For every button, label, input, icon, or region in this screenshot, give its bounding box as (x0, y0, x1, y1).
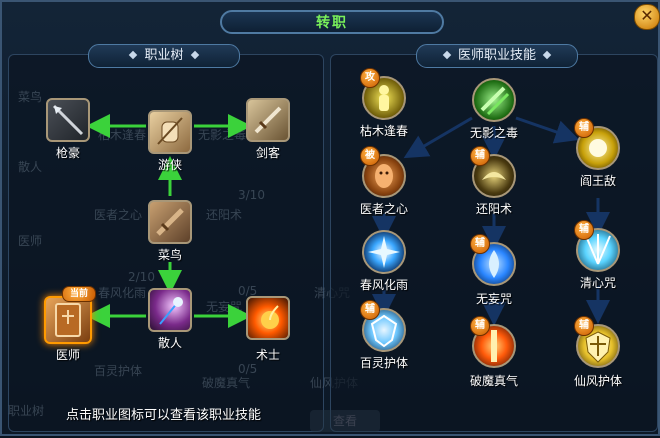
skill-label-huanyang: 还阳术 (475, 202, 512, 216)
poison-slash-icon (480, 86, 510, 116)
skill-label-qingxin: 清心咒 (579, 276, 616, 290)
skill-label-pomo: 破魔真气 (469, 374, 518, 388)
skill-badge-qingxin: 辅 (574, 220, 594, 240)
career-label-jianke: 剑客 (255, 146, 280, 160)
skill-label-wuying: 无影之毒 (469, 126, 518, 140)
career-label-cainiao: 菜鸟 (157, 248, 182, 262)
skill-label-yanwangdi: 阎王敌 (579, 174, 616, 188)
career-label-youxia: 游侠 (157, 158, 182, 172)
sword-icon (254, 106, 282, 134)
skill-label-yizhe: 医者之心 (359, 202, 408, 216)
skill-badge-yanwangdi: 辅 (574, 118, 594, 138)
skill-badge-yizhe: 被 (360, 146, 380, 166)
wand-icon (159, 297, 183, 325)
career-label-yishi: 医师 (55, 348, 80, 362)
skill-badge-pomo: 辅 (470, 316, 490, 336)
hint-text: 点击职业图标可以查看该职业技能 (66, 408, 262, 423)
skill-badge-huanyang: 辅 (470, 146, 490, 166)
book-icon (55, 303, 81, 337)
career-node-jianke[interactable] (246, 98, 290, 142)
career-node-youxia[interactable] (148, 110, 192, 154)
skill-badge-wuwang: 辅 (470, 234, 490, 254)
skill-label-wuwang: 无妄咒 (475, 292, 512, 306)
current-career-badge: 当前 (62, 286, 96, 302)
view-button[interactable]: 查看 (310, 410, 380, 432)
career-node-cainiao[interactable] (148, 200, 192, 244)
skill-badge-bailing: 辅 (360, 300, 380, 320)
career-node-sanren[interactable] (148, 288, 192, 332)
wooden-sword-icon (156, 208, 184, 236)
career-node-yishi[interactable] (44, 296, 92, 344)
fist-icon (157, 117, 183, 145)
career-node-shushi[interactable] (246, 296, 290, 340)
career-label-qianghao: 枪豪 (55, 146, 80, 160)
fireball-icon (261, 305, 279, 329)
job-change-window: 转职 ✕ 职业树 菜鸟 散人 医师 枯木逢春 无影之毒 医者之心 还阳术 春风化… (0, 0, 660, 436)
career-label-sanren: 散人 (157, 336, 182, 350)
career-label-shushi: 术士 (255, 348, 280, 362)
skill-label-kumu: 枯木逢春 (359, 124, 408, 138)
skill-badge-kumu: 攻 (360, 68, 380, 88)
skill-node-wuying[interactable] (472, 78, 516, 122)
skill-badge-xianfeng: 辅 (574, 316, 594, 336)
skill-panel-header: 医师职业技能 (416, 44, 578, 68)
skill-panel-title: 医师职业技能 (457, 48, 536, 63)
skill-label-bailing: 百灵护体 (359, 356, 408, 370)
spear-icon (52, 104, 84, 136)
career-node-qianghao[interactable] (46, 98, 90, 142)
skill-label-chunfeng: 春风化雨 (359, 278, 408, 292)
skill-label-xianfeng: 仙风护体 (573, 374, 622, 388)
skill-node-chunfeng[interactable] (362, 230, 406, 274)
burst-icon (368, 236, 400, 268)
